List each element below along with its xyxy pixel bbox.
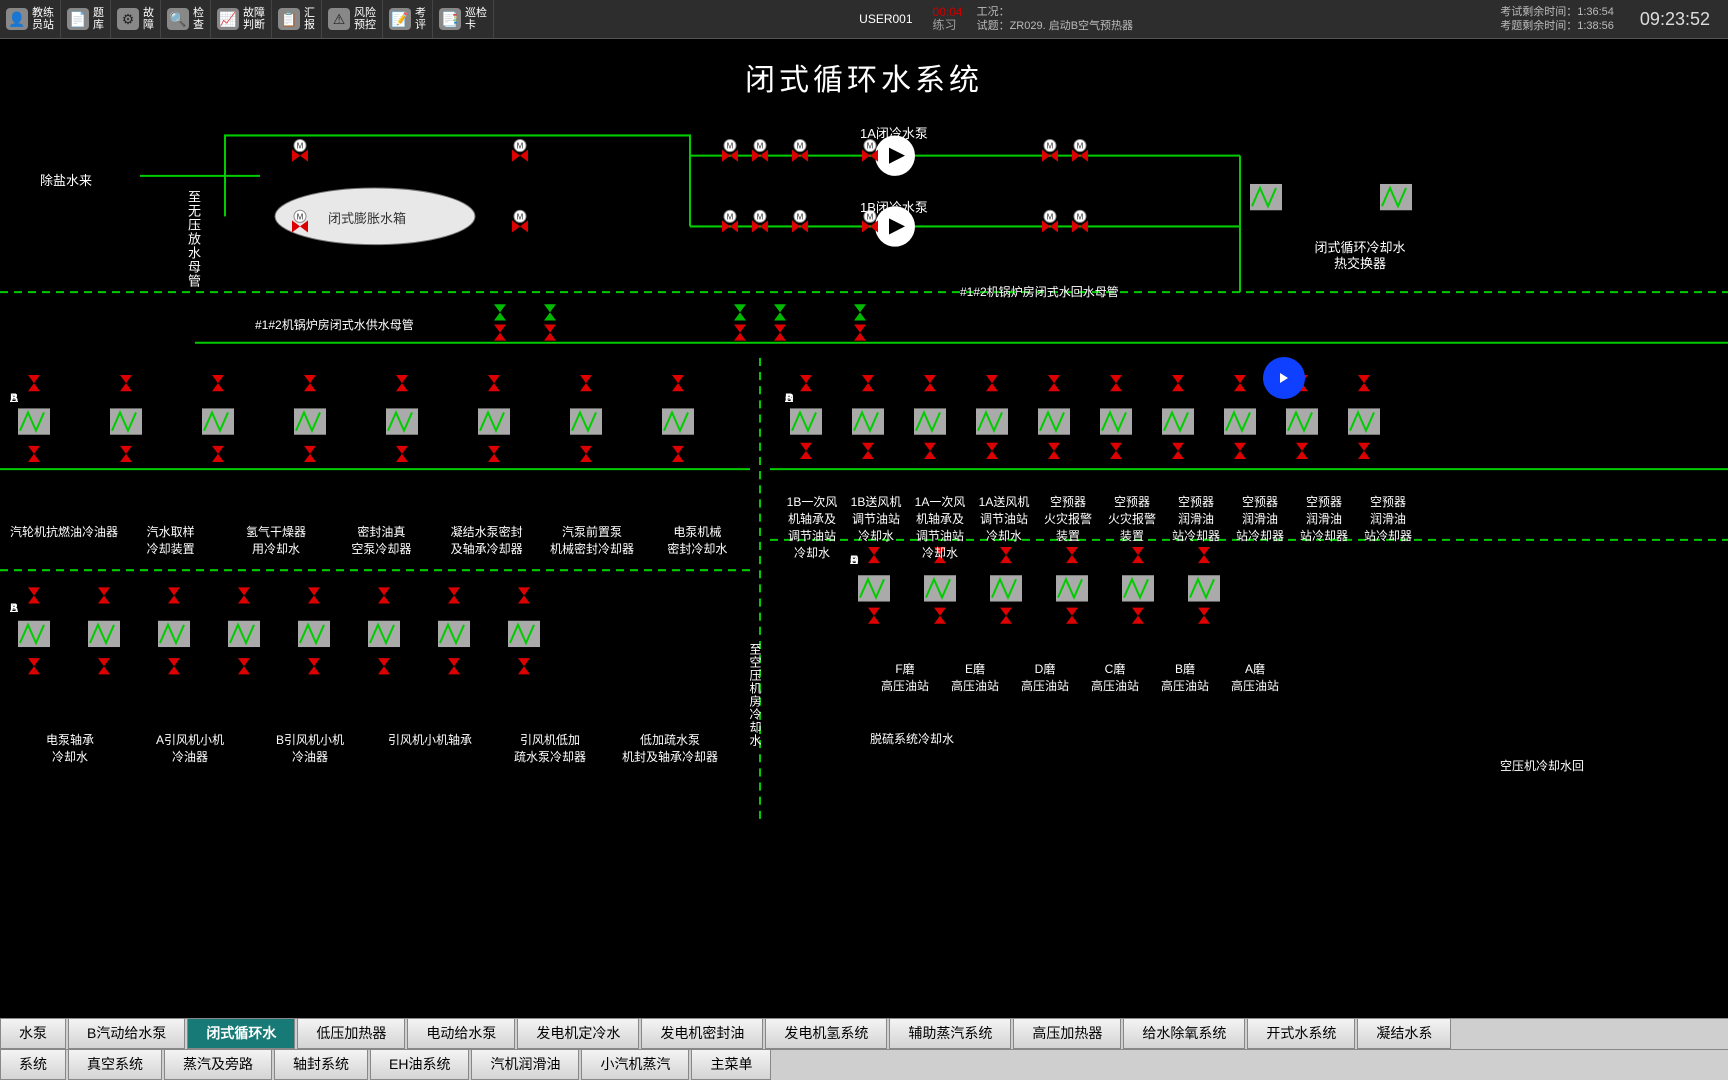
unit-caption: 密封油真 空泵冷却器 [329, 523, 434, 557]
toolbar-icon: 📄 [67, 8, 89, 30]
tab-EH油系统[interactable]: EH油系统 [370, 1050, 469, 1080]
air-compressor-label: 至空压机房冷却水 [747, 643, 764, 747]
toolbar-icon: ⚠ [328, 8, 350, 30]
unit-caption: 汽泵前置泵 机械密封冷却器 [539, 523, 644, 557]
unit-caption: B磨 高压油站 [1150, 660, 1220, 694]
top-toolbar: 👤教练 员站📄题 库⚙故 障🔍检 查📈故障 判断📋汇 报⚠风险 预控📝考 评📑巡… [0, 0, 1728, 39]
tab-发电机密封油[interactable]: 发电机密封油 [641, 1019, 763, 1049]
tab-电动给水泵[interactable]: 电动给水泵 [407, 1019, 515, 1049]
toolbar-icon: 📝 [389, 8, 411, 30]
bottom-tabs: 水泵B汽动给水泵闭式循环水低压加热器电动给水泵发电机定冷水发电机密封油发电机氢系… [0, 1018, 1728, 1080]
expansion-tank-label: 闭式膨胀水箱 [328, 208, 406, 227]
tab-水泵[interactable]: 水泵 [0, 1019, 66, 1049]
supply-header-label: #1#2机锅炉房闭式水供水母管 [255, 316, 414, 333]
tab-给水除氧系统[interactable]: 给水除氧系统 [1123, 1019, 1245, 1049]
toolbar-btn-1[interactable]: 📄题 库 [61, 0, 111, 38]
unit-caption: 空预器 润滑油 站冷却器 [1164, 493, 1228, 561]
unit-caption: 空预器 润滑油 站冷却器 [1292, 493, 1356, 561]
unit-caption: 引风机小机轴承 [370, 731, 490, 765]
toolbar-btn-7[interactable]: 📝考 评 [383, 0, 433, 38]
info-block: 工况： 试题：ZR029. 启动B空气预热器 [969, 5, 1141, 33]
unit-caption: 电泵机械 密封冷却水 [645, 523, 750, 557]
tab-主菜单[interactable]: 主菜单 [691, 1050, 771, 1080]
toolbar-icon: 👤 [6, 8, 28, 30]
tab-系统[interactable]: 系统 [0, 1050, 66, 1080]
desulf-label: 脱硫系统冷却水 [870, 730, 954, 747]
unit-caption: A磨 高压油站 [1220, 660, 1290, 694]
toolbar-btn-8[interactable]: 📑巡检 卡 [433, 0, 494, 38]
deion-water-label: 除盐水来 [40, 170, 92, 189]
tab-蒸汽及旁路[interactable]: 蒸汽及旁路 [164, 1050, 272, 1080]
toolbar-icon: 🔍 [167, 8, 189, 30]
unit-caption: 1B送风机 调节油站 冷却水 [844, 493, 908, 561]
toolbar-btn-6[interactable]: ⚠风险 预控 [322, 0, 383, 38]
unit-caption: 氢气干燥器 用冷却水 [223, 523, 328, 557]
toolbar-icon: 📑 [439, 8, 461, 30]
unit-caption: 汽水取样 冷却装置 [118, 523, 223, 557]
unit-caption: C磨 高压油站 [1080, 660, 1150, 694]
drain-header-label: 至无压放水母管 [184, 190, 203, 288]
tab-B汽动给水泵[interactable]: B汽动给水泵 [68, 1019, 185, 1049]
tab-小汽机蒸汽[interactable]: 小汽机蒸汽 [581, 1050, 689, 1080]
tab-汽机润滑油[interactable]: 汽机润滑油 [471, 1050, 579, 1080]
tab-发电机氢系统[interactable]: 发电机氢系统 [765, 1019, 887, 1049]
unit-caption: 1A一次风 机轴承及 调节油站 冷却水 [908, 493, 972, 561]
tab-轴封系统[interactable]: 轴封系统 [274, 1050, 368, 1080]
unit-caption: 电泵轴承 冷却水 [10, 731, 130, 765]
unit-caption: 1B一次风 机轴承及 调节油站 冷却水 [780, 493, 844, 561]
unit-caption: 空预器 润滑油 站冷却器 [1228, 493, 1292, 561]
clock: 09:23:52 [1622, 9, 1728, 30]
unit-caption: E磨 高压油站 [940, 660, 1010, 694]
user-id: USER001 [845, 12, 926, 26]
unit-caption: 低加疏水泵 机封及轴承冷却器 [610, 731, 730, 765]
unit-letter: A [10, 391, 18, 405]
tab-高压加热器[interactable]: 高压加热器 [1013, 1019, 1121, 1049]
unit-letter: A [785, 391, 793, 405]
unit-caption: A引风机小机 冷油器 [130, 731, 250, 765]
toolbar-btn-0[interactable]: 👤教练 员站 [0, 0, 61, 38]
tab-开式水系统[interactable]: 开式水系统 [1247, 1019, 1355, 1049]
hx-label-2: 热交换器 [1280, 253, 1440, 272]
toolbar-btn-3[interactable]: 🔍检 查 [161, 0, 211, 38]
toolbar-btn-4[interactable]: 📈故障 判断 [211, 0, 272, 38]
unit-caption: 凝结水泵密封 及轴承冷却器 [434, 523, 539, 557]
unit-caption: 空预器 火灾报警 装置 [1036, 493, 1100, 561]
cursor-indicator [1263, 357, 1305, 399]
pump-1a-label: 1A闭冷水泵 [860, 123, 928, 142]
unit-letter: A [10, 601, 18, 615]
tab-闭式循环水[interactable]: 闭式循环水 [187, 1019, 295, 1049]
unit-caption: 空预器 润滑油 站冷却器 [1356, 493, 1420, 561]
toolbar-btn-2[interactable]: ⚙故 障 [111, 0, 161, 38]
unit-caption: B引风机小机 冷油器 [250, 731, 370, 765]
toolbar-icon: 📈 [217, 8, 239, 30]
tab-发电机定冷水[interactable]: 发电机定冷水 [517, 1019, 639, 1049]
toolbar-icon: ⚙ [117, 8, 139, 30]
pump-1b-label: 1B闭冷水泵 [860, 197, 928, 216]
toolbar-btn-5[interactable]: 📋汇 报 [272, 0, 322, 38]
tab-低压加热器[interactable]: 低压加热器 [297, 1019, 405, 1049]
mode-label: 练习 [927, 19, 969, 32]
pid-diagram[interactable]: M .g{stroke:#0c0;stroke-width:2;fill:non… [0, 95, 1728, 1010]
tab-辅助蒸汽系统[interactable]: 辅助蒸汽系统 [889, 1019, 1011, 1049]
unit-caption: 1A送风机 调节油站 冷却水 [972, 493, 1036, 561]
unit-caption: 汽轮机抗燃油冷油器 [10, 523, 118, 557]
unit-caption: F磨 高压油站 [870, 660, 940, 694]
time-block: 考试剩余时间：1:36:54 考题剩余时间：1:38:56 [1492, 5, 1622, 33]
return-header-label: #1#2机锅炉房闭式水回水母管 [960, 283, 1119, 300]
toolbar-icon: 📋 [278, 8, 300, 30]
compressor-return-label: 空压机冷却水回 [1500, 757, 1584, 774]
page-title: 闭式循环水系统 [0, 55, 1728, 99]
unit-caption: D磨 高压油站 [1010, 660, 1080, 694]
unit-caption: 引风机低加 疏水泵冷却器 [490, 731, 610, 765]
tab-凝结水系[interactable]: 凝结水系 [1357, 1019, 1451, 1049]
tab-真空系统[interactable]: 真空系统 [68, 1050, 162, 1080]
unit-caption: 空预器 火灾报警 装置 [1100, 493, 1164, 561]
